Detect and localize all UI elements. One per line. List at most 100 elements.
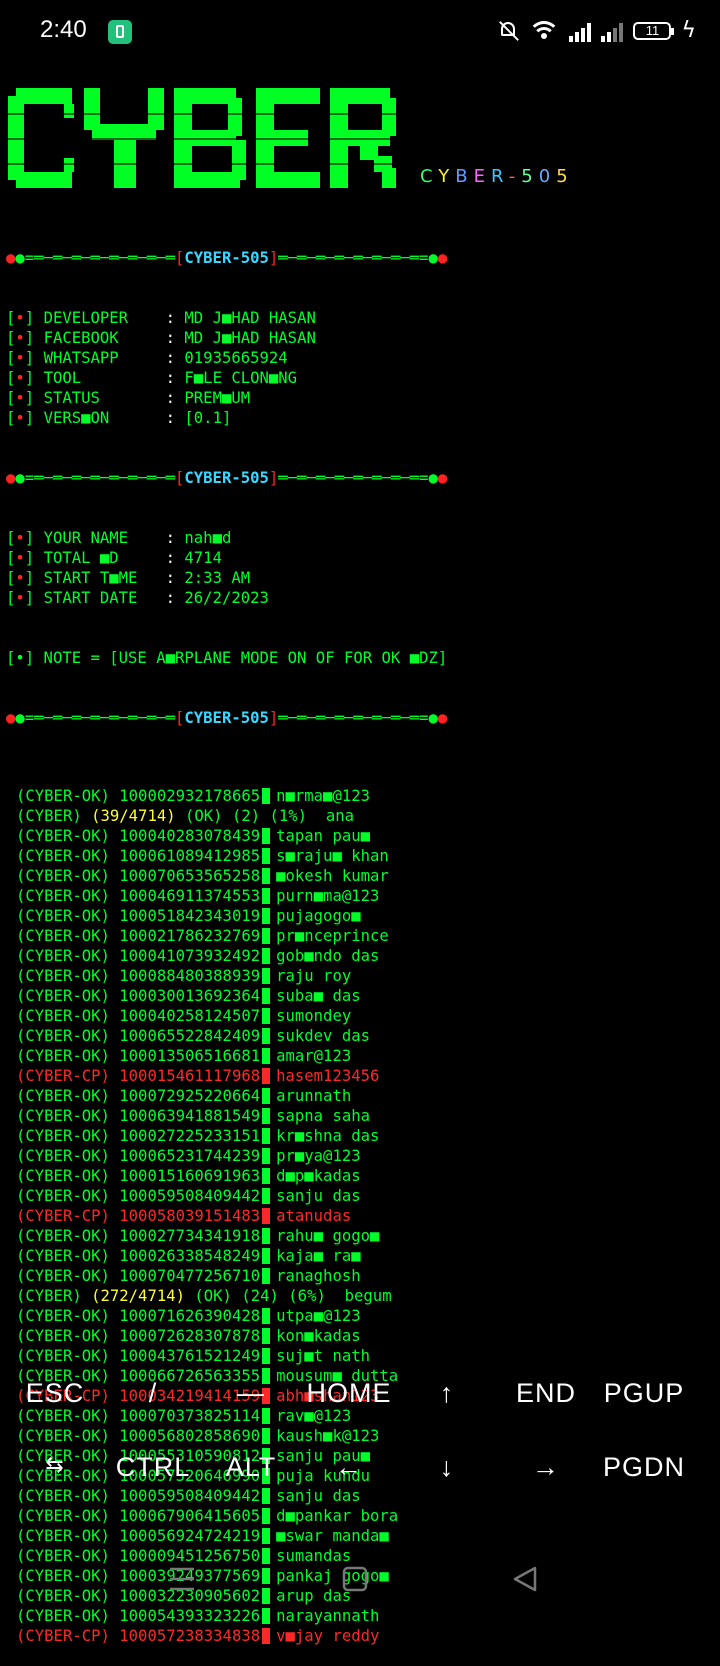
progress-percent: (1%) [269,807,326,825]
navigation-bar [0,1540,720,1612]
key-[interactable]: → [496,1452,596,1483]
result-id: 100046911374553 [119,887,261,905]
info-value: 01935665924 [184,349,288,367]
bullet: ] [24,589,44,607]
info-value: MD J■HAD HASAN [184,309,316,327]
result-row: (CYBER) (272/4714) (OK) (24) (6%) begum [16,1286,714,1306]
extra-keys-bar: ESC / — HOME ↑ END PGUP ⇆ CTRL ALT ← ↓ → PGDN [0,1378,720,1528]
status-bar: 2:40 11 ϟ [0,0,720,64]
logo-subtitle: CYBER-505 [420,166,574,187]
result-id: 100059508409442 [119,1187,261,1205]
info-value: F■LE CLON■NG [184,369,298,387]
logo-subtitle-letter: 5 [521,166,539,187]
bullet: ] [24,309,44,327]
result-tag: (CYBER-OK) [16,1187,120,1205]
key-pgup[interactable]: PGUP [594,1378,694,1409]
home-icon[interactable] [342,1566,368,1592]
progress-tag: (CYBER) [16,807,92,825]
result-password: pr■nceprince [276,927,389,945]
result-password: d■p■kadas [276,1167,361,1185]
logo-subtitle-letter: C [420,166,439,187]
result-separator-block [262,1028,271,1044]
bullet-dot: • [15,549,25,567]
info-colon: : [165,349,185,367]
bullet: ] [24,569,44,587]
result-password: ■okesh kumar [276,867,389,885]
result-separator-block [262,1148,271,1164]
bullet: [ [6,549,16,567]
result-row: (CYBER-OK) 100026338548249 kaja■ ra■ [16,1246,714,1266]
back-icon[interactable] [512,1566,538,1592]
result-row: (CYBER-OK) 100065522842409 sukdev das [16,1026,714,1046]
result-id: 100072925220664 [119,1087,261,1105]
separator: ●●=═─═─═─═─═─═─═─═[CYBER-505]═─═─═─═─═─═… [6,709,448,727]
bullet: [ [6,369,16,387]
info-colon: : [165,309,185,327]
result-password: hasem123456 [276,1067,380,1085]
bullet-dot: • [15,329,25,347]
info-label: START T■ME [43,569,166,587]
result-separator-block [262,788,271,804]
logo-subtitle-letter: 0 [538,166,557,187]
logo-subtitle-letter: E [473,166,491,187]
bullet: [ [6,309,16,327]
bullet: [ [6,349,16,367]
result-tag: (CYBER-OK) [16,1347,120,1365]
result-tag: (CYBER-OK) [16,1027,120,1045]
signal-icon [601,20,624,42]
result-password: kr■shna das [276,1127,380,1145]
info-colon: : [165,409,185,427]
result-tag: (CYBER-OK) [16,1147,120,1165]
bullet: ] [24,369,44,387]
result-separator-block [262,1328,271,1344]
result-tag: (CYBER-OK) [16,1227,120,1245]
bullet-dot: • [15,309,25,327]
result-row: (CYBER-OK) 100040283078439 tapan pau■ [16,826,714,846]
key-[interactable]: / [103,1378,203,1409]
result-id: 100063941881549 [119,1107,261,1125]
result-id: 100040283078439 [119,827,261,845]
key-home[interactable]: HOME [299,1378,399,1409]
result-separator-block [262,1088,271,1104]
key-[interactable]: ← [299,1452,399,1483]
key-end[interactable]: END [496,1378,596,1409]
result-row: (CYBER-OK) 100088480388939 raju roy [16,966,714,986]
key-[interactable]: ↑ [397,1378,497,1409]
result-separator-block [262,1248,271,1264]
result-row: (CYBER-OK) 100059508409442 sanju das [16,1186,714,1206]
key-[interactable]: ⇆ [5,1452,105,1478]
result-tag: (CYBER-OK) [16,927,120,945]
result-password: pr■ya@123 [276,1147,361,1165]
key-esc[interactable]: ESC [5,1378,105,1409]
result-password: sanju das [276,1187,361,1205]
result-row: (CYBER-OK) 100027225233151 kr■shna das [16,1126,714,1146]
result-password: amar@123 [276,1047,352,1065]
info-value: 2:33 AM [184,569,251,587]
result-password: utpa■@123 [276,1307,361,1325]
result-id: 100027734341918 [119,1227,261,1245]
result-separator-block [262,908,271,924]
result-row: (CYBER-OK) 100040258124507 sumondey [16,1006,714,1026]
result-tag: (CYBER-OK) [16,1087,120,1105]
info-row: [•] TOTAL ■D : 4714 [6,548,714,568]
result-id: 100061089412985 [119,847,261,865]
result-row: (CYBER-OK) 100030013692364 suba■ das [16,986,714,1006]
note-line: [•] NOTE = [USE A■RPLANE MODE ON OF FOR … [6,649,448,667]
result-separator-block [262,828,271,844]
result-separator-block [262,1308,271,1324]
menu-icon[interactable] [168,1566,196,1592]
result-row: (CYBER-OK) 100063941881549 sapna saha [16,1106,714,1126]
key-[interactable]: — [201,1378,301,1409]
result-tag: (CYBER-OK) [16,1007,120,1025]
info-colon: : [165,529,185,547]
bullet-dot: • [15,569,25,587]
key-alt[interactable]: ALT [201,1452,301,1483]
logo-subtitle-letter: 5 [556,166,574,187]
key-pgdn[interactable]: PGDN [594,1452,694,1483]
bullet: ] [24,529,44,547]
key-[interactable]: ↓ [397,1452,497,1483]
progress-ok: (OK) [194,1287,242,1305]
key-ctrl[interactable]: CTRL [103,1452,203,1483]
result-separator-block [262,1128,271,1144]
logo-subtitle-letter: - [508,166,522,187]
